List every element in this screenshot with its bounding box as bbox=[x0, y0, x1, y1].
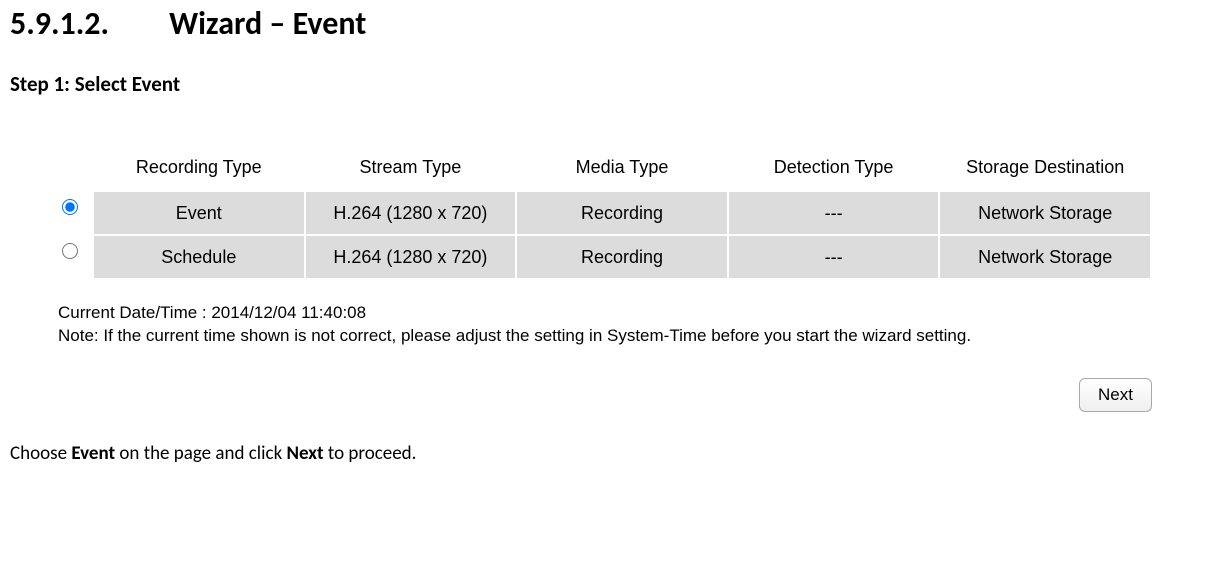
cell-detection-type: --- bbox=[729, 192, 939, 234]
col-media-type: Media Type bbox=[517, 149, 727, 190]
cell-detection-type: --- bbox=[729, 236, 939, 278]
recording-table-container: Recording Type Stream Type Media Type De… bbox=[58, 147, 1152, 280]
instruction-bold-next: Next bbox=[287, 442, 324, 465]
col-detection-type: Detection Type bbox=[729, 149, 939, 190]
section-heading: 5.9.1.2. Wizard – Event bbox=[10, 4, 1200, 43]
instruction-mid: on the page and click bbox=[115, 442, 286, 465]
info-block: Current Date/Time : 2014/12/04 11:40:08 … bbox=[58, 302, 1152, 348]
button-row: Next bbox=[58, 378, 1152, 412]
cell-stream-type: H.264 (1280 x 720) bbox=[306, 236, 516, 278]
cell-recording-type: Schedule bbox=[94, 236, 304, 278]
section-title: Wizard – Event bbox=[169, 4, 366, 43]
next-button[interactable]: Next bbox=[1079, 378, 1152, 412]
radio-column bbox=[58, 147, 82, 273]
current-datetime: Current Date/Time : 2014/12/04 11:40:08 bbox=[58, 302, 1152, 325]
cell-stream-type: H.264 (1280 x 720) bbox=[306, 192, 516, 234]
col-stream-type: Stream Type bbox=[306, 149, 516, 190]
section-number: 5.9.1.2. bbox=[10, 4, 109, 43]
cell-storage-destination: Network Storage bbox=[940, 192, 1150, 234]
radio-schedule[interactable] bbox=[62, 243, 78, 259]
col-recording-type: Recording Type bbox=[94, 149, 304, 190]
cell-recording-type: Event bbox=[94, 192, 304, 234]
cell-media-type: Recording bbox=[517, 236, 727, 278]
instruction-bold-event: Event bbox=[71, 442, 115, 465]
wizard-figure: Recording Type Stream Type Media Type De… bbox=[10, 147, 1200, 412]
table-row: Schedule H.264 (1280 x 720) Recording --… bbox=[94, 236, 1150, 278]
note-text: Note: If the current time shown is not c… bbox=[58, 325, 1152, 348]
radio-event[interactable] bbox=[62, 199, 78, 215]
cell-media-type: Recording bbox=[517, 192, 727, 234]
cell-storage-destination: Network Storage bbox=[940, 236, 1150, 278]
step-title: Step 1: Select Event bbox=[10, 71, 1200, 97]
instruction-pre: Choose bbox=[10, 442, 71, 465]
recording-table: Recording Type Stream Type Media Type De… bbox=[92, 147, 1152, 280]
table-row: Event H.264 (1280 x 720) Recording --- N… bbox=[94, 192, 1150, 234]
instruction-text: Choose Event on the page and click Next … bbox=[10, 442, 1200, 465]
instruction-post: to proceed. bbox=[324, 442, 417, 465]
col-storage-destination: Storage Destination bbox=[940, 149, 1150, 190]
